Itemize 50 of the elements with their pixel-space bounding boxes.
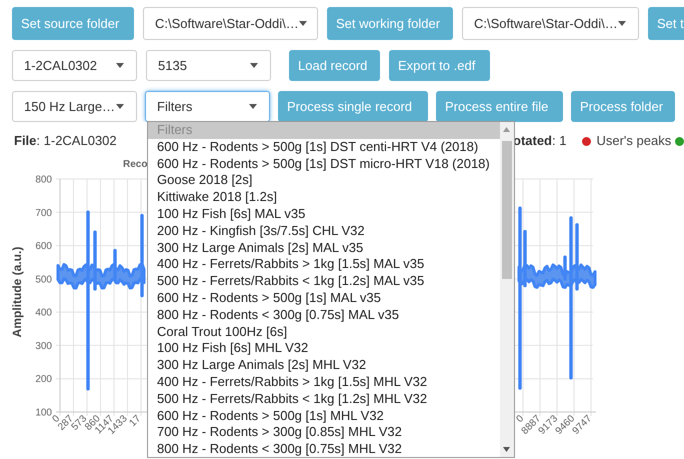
dropdown-option[interactable]: 100 Hz Fish [6s] MHL V32 [148, 340, 500, 358]
dropdown-option[interactable]: 800 Hz - Rodents < 300g [0.75s] MHL V32 [148, 441, 500, 457]
y-tick-label: 200 [35, 374, 52, 386]
scroll-down-icon[interactable] [503, 447, 510, 452]
dropdown-option[interactable]: 400 Hz - Ferrets/Rabbits > 1kg [1.5s] MAL v35 [148, 256, 500, 274]
dropdown-option[interactable]: 600 Hz - Rodents > 500g [1s] MHL V32 [148, 408, 500, 424]
dropdown-option[interactable]: 800 Hz - Rodents < 300g [0.75s] MAL v35 [148, 306, 500, 324]
dropdown-option[interactable]: 300 Hz Large Animals [2s] MHL V32 [148, 357, 500, 374]
dropdown-option[interactable]: 100 Hz Fish [6s] MAL v35 [148, 206, 500, 223]
y-tick-label: 600 [35, 241, 52, 252]
scrollbar[interactable] [500, 122, 514, 457]
x-tick-label: 0 [514, 413, 526, 426]
y-tick-label: 400 [35, 308, 52, 319]
dropdown-option[interactable]: Kittiwake 2018 [1.2s] [148, 189, 500, 206]
caret-icon [116, 104, 124, 109]
dropdown-option[interactable]: 600 Hz - Rodents > 500g [1s] DST micro-HRT V18 (2018) [148, 156, 500, 172]
dropdown-select[interactable]: 1-2CAL0302 [12, 50, 137, 81]
caret-icon [250, 63, 258, 68]
y-tick-label: 700 [35, 208, 52, 219]
dropdown-option[interactable]: 500 Hz - Ferrets/Rabbits < 1kg [1.2s] MAL v35 [148, 273, 500, 290]
dropdown-option[interactable]: 300 Hz Large Animals [2s] MAL v35 [148, 240, 500, 256]
dropdown-option[interactable]: 400 Hz - Ferrets/Rabbits > 1kg [1.5s] MHL V32 [148, 374, 500, 391]
dropdown-option[interactable]: Goose 2018 [2s] [148, 172, 500, 190]
y-axis-label: Amplitude (a.u.) [10, 246, 24, 338]
caret-icon [298, 21, 307, 26]
dropdown-select[interactable]: Filters [145, 91, 270, 122]
caret-icon [249, 104, 257, 109]
file-info: File: 1-2CAL0302 [14, 133, 117, 148]
dropdown-select[interactable]: C:\Software\Star-Oddi\… [143, 7, 318, 40]
dropdown-select[interactable]: 150 Hz Large… [12, 91, 137, 122]
dropdown-option[interactable]: 500 Hz - Ferrets/Rabbits < 1kg [1.2s] MHL V32 [148, 390, 500, 408]
dropdown-select[interactable]: 5135 [146, 50, 271, 81]
x-tick-label: 17 [127, 413, 144, 429]
caret-icon [116, 63, 124, 68]
dropdown-option[interactable]: 600 Hz - Rodents > 500g [1s] MAL v35 [148, 290, 500, 307]
scroll-up-icon[interactable] [503, 127, 510, 132]
y-tick-label: 800 [35, 174, 52, 186]
dropdown-option[interactable]: 700 Hz - Rodents > 300g [0.85s] MHL V32 [148, 424, 500, 442]
caret-icon [618, 21, 626, 26]
dropdown-option[interactable]: 600 Hz - Rodents > 500g [1s] DST centi-HRT V4 (2018) [148, 138, 500, 156]
y-tick-label: 300 [35, 340, 52, 352]
dropdown-select[interactable]: C:\Software\Star-Oddi\… [462, 7, 639, 40]
dropdown-option[interactable]: Coral Trout 100Hz [6s] [148, 324, 500, 340]
y-tick-label: 500 [35, 274, 52, 286]
legend-label: User's peaks [596, 132, 672, 150]
y-tick-label: 100 [35, 408, 52, 418]
annotated-count: otated: 1 [513, 132, 566, 150]
chart-title: Reco [123, 159, 148, 170]
dropdown-option[interactable]: 200 Hz - Kingfish [3s/7.5s] CHL V32 [148, 222, 500, 240]
scroll-thumb[interactable] [502, 141, 512, 279]
